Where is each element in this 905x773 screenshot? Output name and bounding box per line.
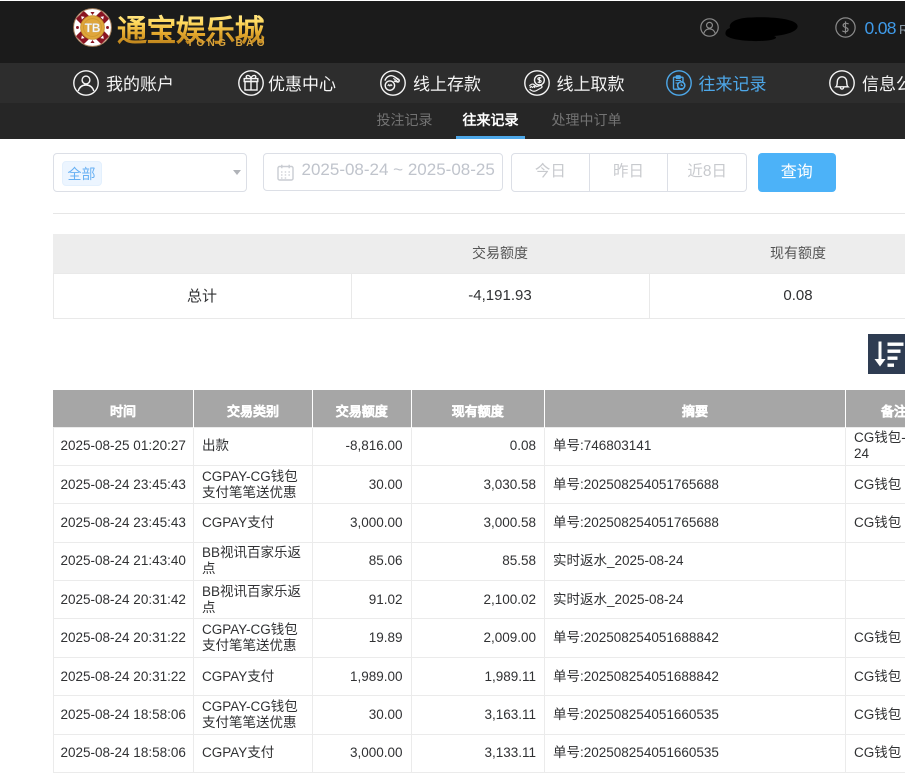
svg-text:TB: TB (84, 22, 100, 35)
